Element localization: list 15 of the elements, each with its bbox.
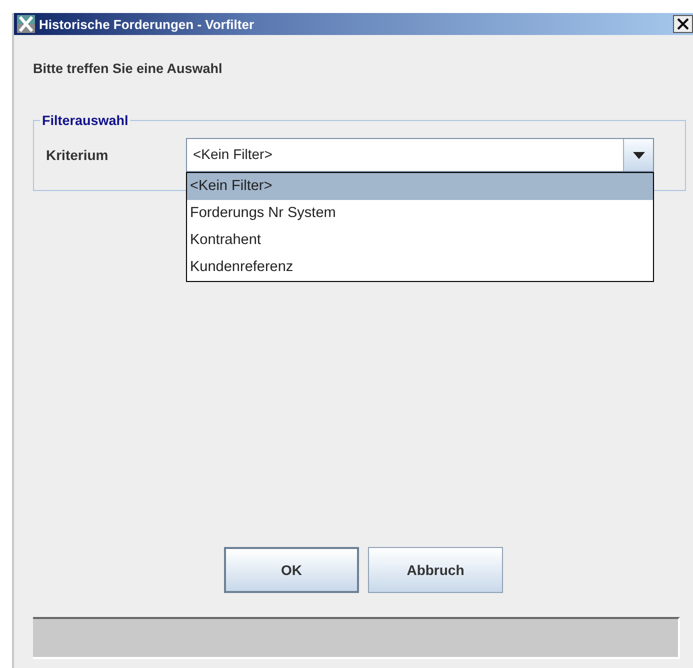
group-title: Filterauswahl — [41, 113, 130, 128]
app-logo-icon — [17, 15, 35, 33]
dropdown-option[interactable]: Kontrahent — [187, 227, 653, 254]
dropdown-option[interactable]: Kundenreferenz — [187, 254, 653, 281]
field-label: Kriterium — [46, 147, 110, 163]
close-icon — [677, 18, 689, 30]
instruction-text: Bitte treffen Sie eine Auswahl — [33, 61, 224, 76]
ok-button[interactable]: OK — [224, 547, 359, 593]
dropdown-option[interactable]: <Kein Filter> — [187, 173, 653, 200]
close-button[interactable] — [673, 15, 693, 33]
dropdown-arrow-button[interactable] — [623, 139, 653, 171]
window-title: Historische Forderungen - Vorfilter — [39, 16, 256, 32]
caret-icon — [632, 152, 644, 158]
cancel-button[interactable]: Abbruch — [368, 547, 503, 593]
dropdown-option[interactable]: Forderungs Nr System — [187, 200, 653, 227]
